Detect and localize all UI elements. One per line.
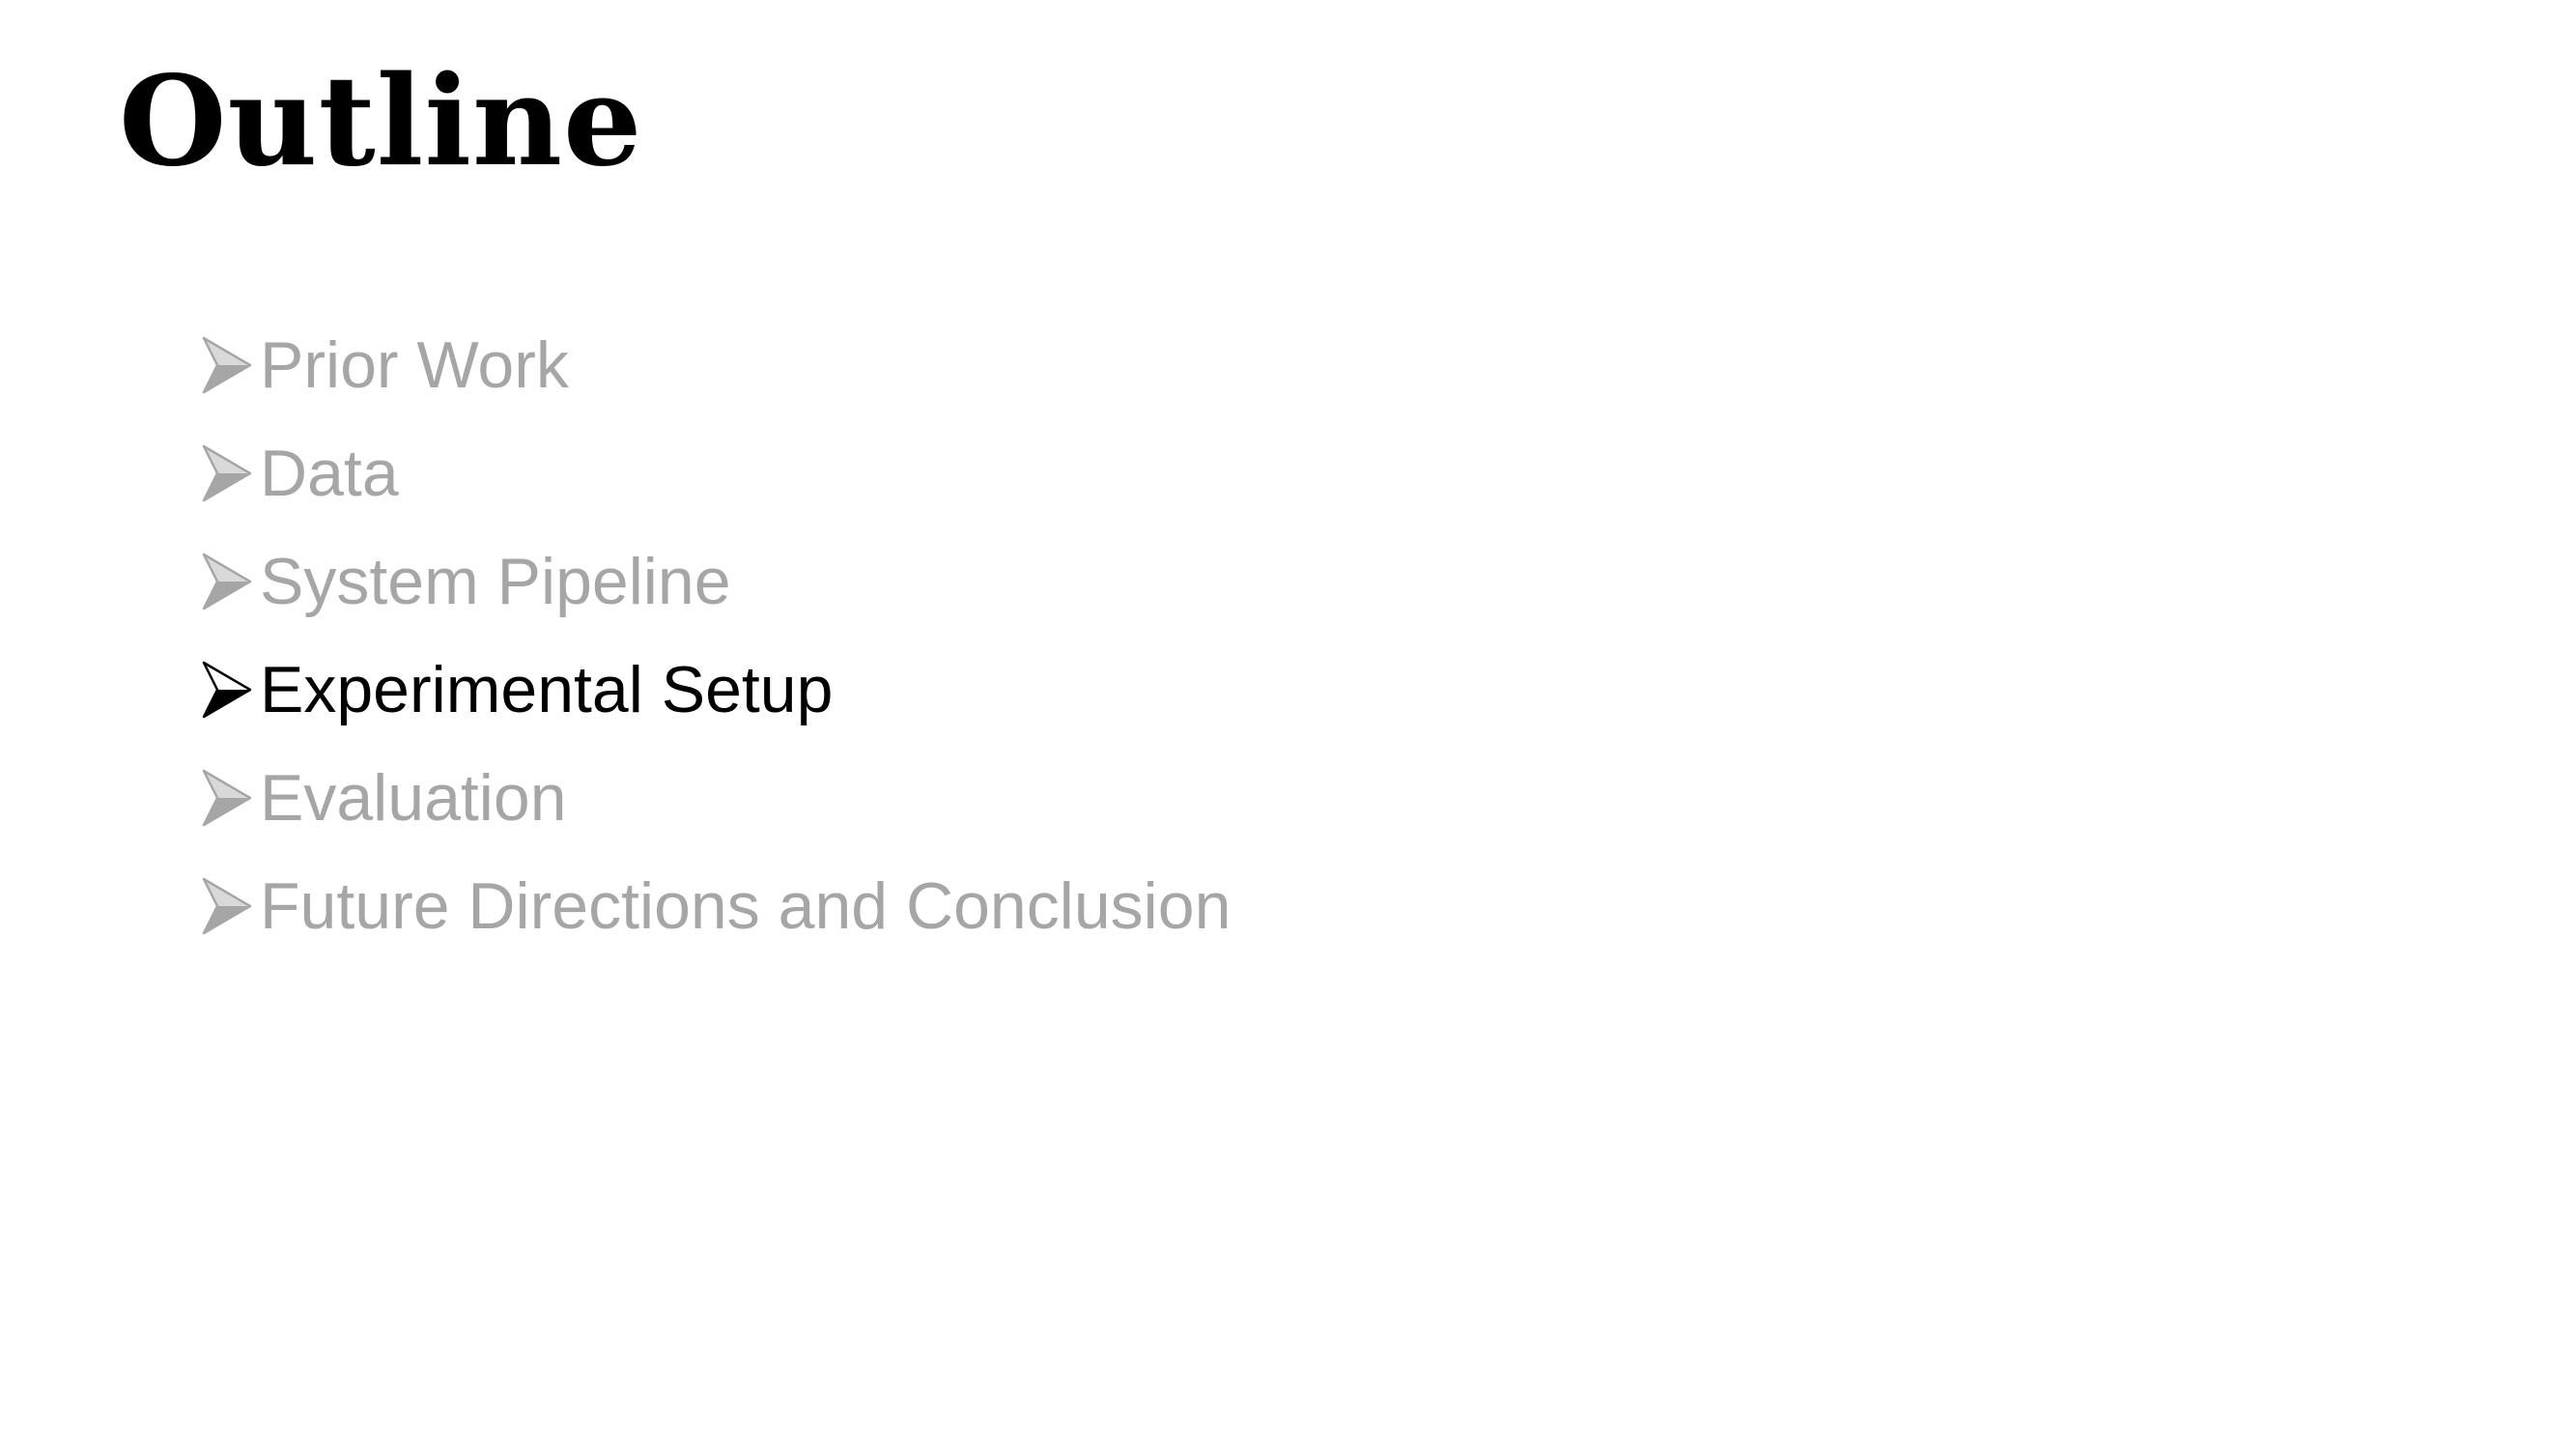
outline-item-future-directions: Future Directions and Conclusion bbox=[198, 852, 1231, 960]
outline-item-experimental-setup: Experimental Setup bbox=[198, 636, 1231, 744]
slide: Outline Prior Work Data System Pipeline … bbox=[0, 0, 2576, 1449]
arrowhead-bullet-icon bbox=[198, 551, 254, 612]
arrowhead-bullet-icon bbox=[198, 334, 254, 396]
outline-item-data: Data bbox=[198, 419, 1231, 527]
arrowhead-bullet-icon bbox=[198, 442, 254, 504]
outline-list: Prior Work Data System Pipeline Experime… bbox=[198, 311, 1231, 960]
outline-item-label: Experimental Setup bbox=[260, 653, 834, 726]
arrowhead-bullet-icon bbox=[198, 659, 254, 721]
arrowhead-bullet-icon bbox=[198, 875, 254, 937]
outline-item-prior-work: Prior Work bbox=[198, 311, 1231, 419]
arrowhead-bullet-icon bbox=[198, 767, 254, 829]
outline-item-evaluation: Evaluation bbox=[198, 744, 1231, 852]
slide-title: Outline bbox=[119, 49, 643, 194]
outline-item-label: Data bbox=[260, 437, 399, 510]
outline-item-label: Prior Work bbox=[260, 328, 569, 402]
outline-item-label: System Pipeline bbox=[260, 545, 731, 618]
outline-item-label: Future Directions and Conclusion bbox=[260, 869, 1231, 943]
outline-item-system-pipeline: System Pipeline bbox=[198, 527, 1231, 636]
outline-item-label: Evaluation bbox=[260, 761, 567, 835]
